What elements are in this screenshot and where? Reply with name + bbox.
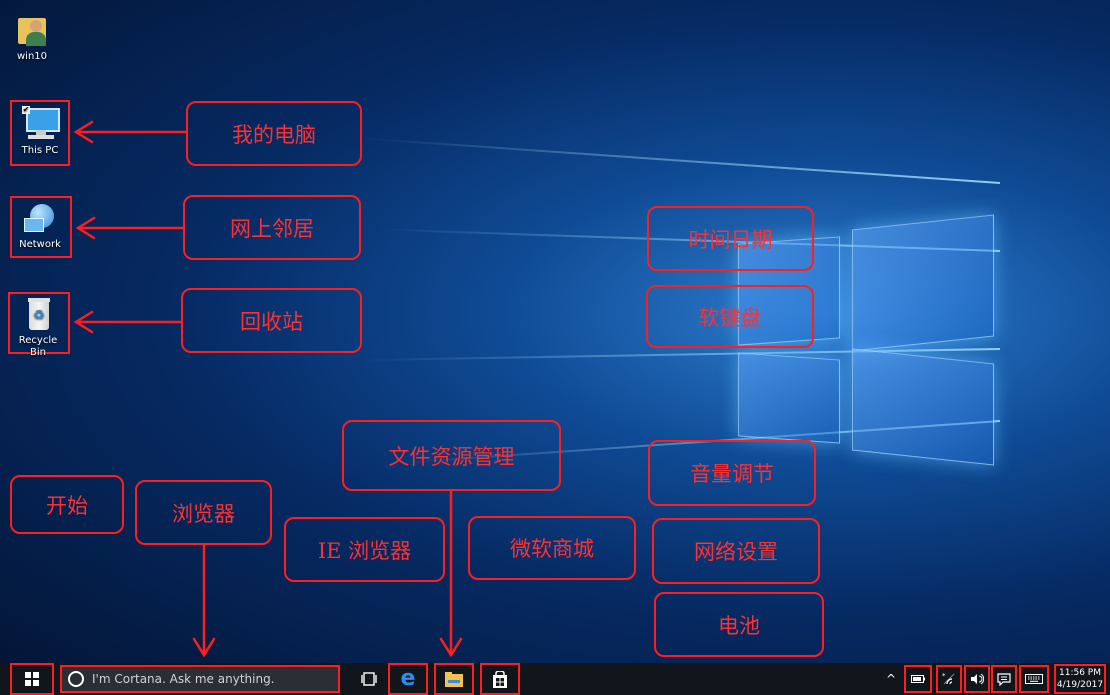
store-button[interactable]: [480, 663, 520, 695]
desktop-icon-recycle-bin[interactable]: ♻ Recycle Bin: [10, 296, 66, 359]
desktop-icon-user-folder[interactable]: win10: [4, 12, 60, 63]
touch-keyboard-button[interactable]: [1019, 663, 1049, 695]
cortana-icon: [68, 671, 84, 687]
network-globe-icon: [22, 200, 58, 236]
recycle-bin-icon: ♻: [20, 296, 56, 332]
desktop-icon-this-pc[interactable]: ✔ This PC: [12, 106, 68, 157]
action-center-icon: [997, 672, 1011, 686]
callout-time-date: 时间日期: [647, 206, 814, 271]
callout-network: 网上邻居: [183, 195, 361, 260]
callout-network-settings: 网络设置: [652, 518, 820, 584]
battery-button[interactable]: [904, 663, 932, 695]
edge-icon: e: [400, 666, 416, 691]
show-hidden-icons-button[interactable]: ^: [882, 663, 900, 695]
desktop-icon-label: This PC: [21, 145, 59, 156]
volume-icon: [971, 673, 984, 685]
callout-ie-browser: IE 浏览器: [284, 517, 445, 582]
desktop-icon-label: Network: [19, 239, 61, 250]
taskbar: I'm Cortana. Ask me anything. e ^ * 11:5…: [0, 663, 1110, 695]
start-button[interactable]: [10, 663, 54, 695]
user-folder-icon: [14, 12, 50, 48]
callout-file-explorer: 文件资源管理: [342, 420, 561, 491]
callout-volume: 音量调节: [648, 440, 816, 506]
callout-browser: 浏览器: [135, 480, 272, 545]
wallpaper-logo-pane: [852, 214, 994, 352]
cortana-search-box[interactable]: I'm Cortana. Ask me anything.: [60, 665, 340, 693]
volume-button[interactable]: [964, 663, 990, 695]
edge-button[interactable]: e: [388, 663, 428, 695]
wallpaper-logo-pane: [852, 348, 994, 466]
computer-icon: ✔: [22, 106, 60, 142]
search-placeholder: I'm Cortana. Ask me anything.: [92, 672, 275, 686]
windows-logo-icon: [25, 672, 39, 686]
action-center-button[interactable]: [991, 663, 1017, 695]
callout-store: 微软商城: [468, 516, 636, 580]
desktop-icon-label: win10: [16, 51, 48, 62]
taskbar-clock[interactable]: 11:56 PM 4/19/2017: [1054, 664, 1106, 694]
callout-start: 开始: [10, 475, 124, 534]
wallpaper-logo-pane: [738, 352, 840, 444]
clock-time: 11:56 PM: [1059, 668, 1101, 678]
clock-date: 4/19/2017: [1056, 680, 1104, 690]
callout-recycle-bin: 回收站: [181, 288, 362, 353]
light-beam: [361, 137, 1001, 184]
chevron-up-icon: ^: [885, 672, 897, 686]
callout-my-computer: 我的电脑: [186, 101, 362, 166]
desktop-icon-label: Recycle Bin: [18, 335, 58, 358]
battery-icon: [911, 675, 925, 683]
network-settings-button[interactable]: *: [936, 663, 962, 695]
store-icon: [493, 670, 507, 688]
callout-soft-keyboard: 软键盘: [646, 285, 814, 348]
desktop-wallpaper: win10 ✔ This PC Network ♻ Recycle Bin 我的…: [0, 0, 1110, 663]
task-view-button[interactable]: [352, 663, 386, 695]
file-explorer-icon: [445, 671, 463, 687]
task-view-icon: [361, 672, 377, 686]
svg-text:*: *: [942, 672, 946, 680]
file-explorer-button[interactable]: [434, 663, 474, 695]
desktop-icon-network[interactable]: Network: [12, 200, 68, 251]
callout-battery: 电池: [654, 592, 824, 657]
wifi-icon: *: [942, 672, 955, 685]
keyboard-icon: [1025, 674, 1043, 684]
